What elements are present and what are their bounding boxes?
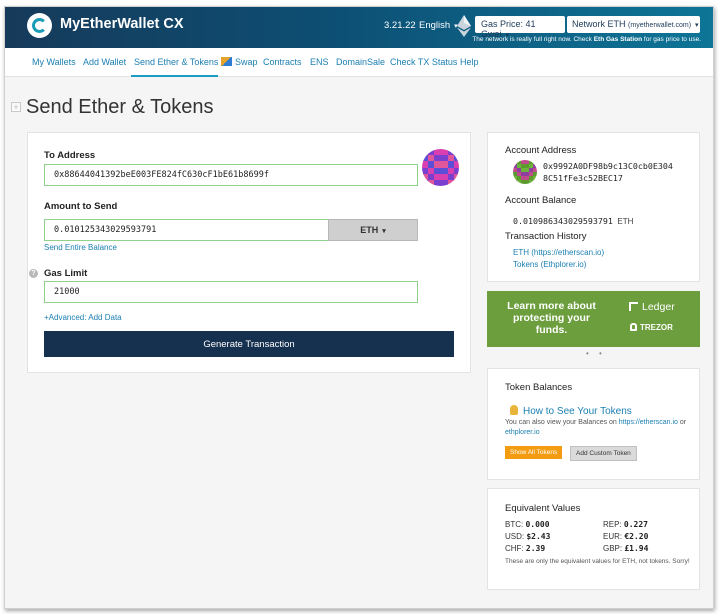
swap-icon bbox=[221, 57, 232, 66]
nav-domainsale[interactable]: DomainSale bbox=[336, 57, 385, 67]
to-address-label: To Address bbox=[44, 150, 96, 161]
token-note-text: You can also view your Balances on bbox=[505, 419, 619, 426]
how-to-label: How to See Your Tokens bbox=[523, 406, 632, 417]
hardware-wallet-promo[interactable]: Learn more about protecting your funds. … bbox=[487, 291, 700, 347]
etherscan-link[interactable]: ETH (https://etherscan.io) bbox=[513, 248, 604, 257]
nav-ens[interactable]: ENS bbox=[310, 57, 329, 67]
eq-rep-value: 0.227 bbox=[623, 520, 648, 529]
how-to-see-tokens-link[interactable]: How to See Your Tokens bbox=[510, 401, 632, 419]
token-note-or: or bbox=[677, 419, 687, 426]
token-note-ethplorer-link[interactable]: ethplorer.io bbox=[505, 429, 540, 436]
ledger-icon bbox=[629, 302, 638, 311]
eq-chf-value: 2.39 bbox=[525, 544, 546, 553]
eq-usd-value: $2.43 bbox=[526, 532, 551, 541]
help-icon[interactable]: ? bbox=[29, 269, 38, 278]
trezor-label: TREZOR bbox=[640, 323, 673, 332]
eq-rep-label: REP: bbox=[603, 520, 622, 529]
network-select[interactable]: Network ETH (myetherwallet.com) ▾ bbox=[567, 16, 700, 33]
logo-icon[interactable] bbox=[27, 13, 52, 38]
expand-icon[interactable]: + bbox=[11, 102, 21, 112]
account-address-line2: 8C51fFe3c52BEC17 bbox=[543, 173, 623, 183]
equivalent-values-title: Equivalent Values bbox=[505, 503, 581, 514]
ledger-label: Ledger bbox=[642, 301, 675, 313]
equivalent-values-card: Equivalent Values BTC: 0.000 REP: 0.227 … bbox=[487, 488, 700, 590]
nav-add-wallet[interactable]: Add Wallet bbox=[83, 57, 126, 67]
trezor-logo: TREZOR bbox=[630, 323, 673, 332]
eq-btc-value: 0.000 bbox=[525, 520, 550, 529]
nav-check-tx-status[interactable]: Check TX Status bbox=[390, 57, 457, 67]
to-address-identicon bbox=[422, 149, 459, 186]
network-host: (myetherwallet.com) bbox=[628, 22, 692, 29]
version-label: 3.21.22 bbox=[384, 20, 416, 31]
currency-select[interactable]: ETH ▾ bbox=[328, 219, 418, 241]
promo-text: Learn more about protecting your funds. bbox=[507, 300, 596, 336]
eq-usd: USD: $2.43 bbox=[505, 532, 550, 541]
notice-link[interactable]: Eth Gas Station bbox=[594, 36, 642, 43]
account-address-label: Account Address bbox=[505, 145, 577, 156]
eq-gbp-value: £1.94 bbox=[624, 544, 649, 553]
nav-swap-label: Swap bbox=[235, 57, 258, 67]
generate-transaction-button[interactable]: Generate Transaction bbox=[44, 331, 454, 357]
transaction-history-label: Transaction History bbox=[505, 231, 587, 242]
network-notice: The network is really full right now. Ch… bbox=[472, 36, 701, 43]
amount-input[interactable]: 0.010125343029593791 bbox=[44, 219, 329, 241]
amount-label: Amount to Send bbox=[44, 201, 118, 212]
main-nav: My Wallets Add Wallet Send Ether & Token… bbox=[5, 48, 713, 77]
account-balance-value: 0.010986343029593791 ETH bbox=[513, 211, 633, 229]
send-form-card: To Address 0x88644041392beE003FE824fC630… bbox=[27, 132, 471, 373]
notice-text: The network is really full right now. Ch… bbox=[472, 36, 594, 43]
language-label: English bbox=[419, 20, 451, 31]
lightbulb-icon bbox=[510, 405, 518, 415]
gas-limit-label: Gas Limit bbox=[44, 268, 88, 279]
eq-btc: BTC: 0.000 bbox=[505, 520, 550, 529]
nav-contracts[interactable]: Contracts bbox=[263, 57, 302, 67]
account-balance-label: Account Balance bbox=[505, 195, 577, 206]
add-custom-token-button[interactable]: Add Custom Token bbox=[570, 446, 637, 461]
ethereum-icon bbox=[457, 15, 471, 37]
token-note-etherscan-link[interactable]: https://etherscan.io bbox=[619, 419, 678, 426]
token-note: You can also view your Balances on https… bbox=[505, 418, 695, 438]
eq-eur-value: €2.20 bbox=[624, 532, 649, 541]
gas-limit-input[interactable]: 21000 bbox=[44, 281, 418, 303]
eq-eur: EUR: €2.20 bbox=[603, 532, 648, 541]
gas-price-button[interactable]: Gas Price: 41 Gwei ▾ bbox=[475, 16, 565, 39]
trezor-lock-icon bbox=[630, 323, 637, 331]
eq-gbp: GBP: £1.94 bbox=[603, 544, 648, 553]
token-balances-title: Token Balances bbox=[505, 382, 573, 393]
nav-help[interactable]: Help bbox=[460, 57, 479, 67]
active-tab-indicator bbox=[131, 75, 218, 77]
eq-chf: CHF: 2.39 bbox=[505, 544, 545, 553]
brand-name[interactable]: MyEtherWallet CX bbox=[60, 16, 184, 32]
language-select[interactable]: English ▾ bbox=[419, 20, 458, 31]
advanced-add-data-link[interactable]: +Advanced: Add Data bbox=[44, 313, 122, 322]
send-entire-balance-link[interactable]: Send Entire Balance bbox=[44, 243, 117, 252]
balance-number: 0.010986343029593791 bbox=[513, 216, 613, 226]
browser-frame: MyEtherWallet CX 3.21.22 English ▾ Gas Pr… bbox=[4, 6, 714, 609]
eq-gbp-label: GBP: bbox=[603, 544, 623, 553]
account-identicon bbox=[513, 160, 537, 184]
balance-unit: ETH bbox=[617, 217, 634, 226]
notice-text-end: for gas price to use. bbox=[642, 36, 701, 43]
carousel-dots[interactable]: • • bbox=[586, 349, 606, 358]
nav-send-ether-tokens[interactable]: Send Ether & Tokens bbox=[134, 57, 218, 67]
ledger-logo: Ledger bbox=[629, 301, 675, 313]
header-bar: MyEtherWallet CX 3.21.22 English ▾ Gas Pr… bbox=[5, 7, 713, 48]
page-title: Send Ether & Tokens bbox=[26, 96, 214, 118]
token-balances-card: Token Balances How to See Your Tokens Yo… bbox=[487, 368, 700, 480]
eq-rep: REP: 0.227 bbox=[603, 520, 648, 529]
account-card: Account Address 0x9992A0DF98b9c13C0cb0E3… bbox=[487, 132, 700, 282]
nav-my-wallets[interactable]: My Wallets bbox=[32, 57, 76, 67]
ethplorer-link[interactable]: Tokens (Ethplorer.io) bbox=[513, 260, 586, 269]
eq-eur-label: EUR: bbox=[603, 532, 623, 541]
eq-chf-label: CHF: bbox=[505, 544, 524, 553]
eq-usd-label: USD: bbox=[505, 532, 525, 541]
nav-swap[interactable]: Swap bbox=[221, 57, 258, 67]
account-address-line1: 0x9992A0DF98b9c13C0cb0E304 bbox=[543, 161, 673, 171]
currency-label: ETH bbox=[360, 225, 379, 235]
equivalent-note: These are only the equivalent values for… bbox=[505, 558, 690, 565]
eq-btc-label: BTC: bbox=[505, 520, 524, 529]
to-address-input[interactable]: 0x88644041392beE003FE824fC630cF1bE61b869… bbox=[44, 164, 418, 186]
show-all-tokens-button[interactable]: Show All Tokens bbox=[505, 446, 563, 459]
network-label: Network ETH bbox=[572, 19, 626, 29]
